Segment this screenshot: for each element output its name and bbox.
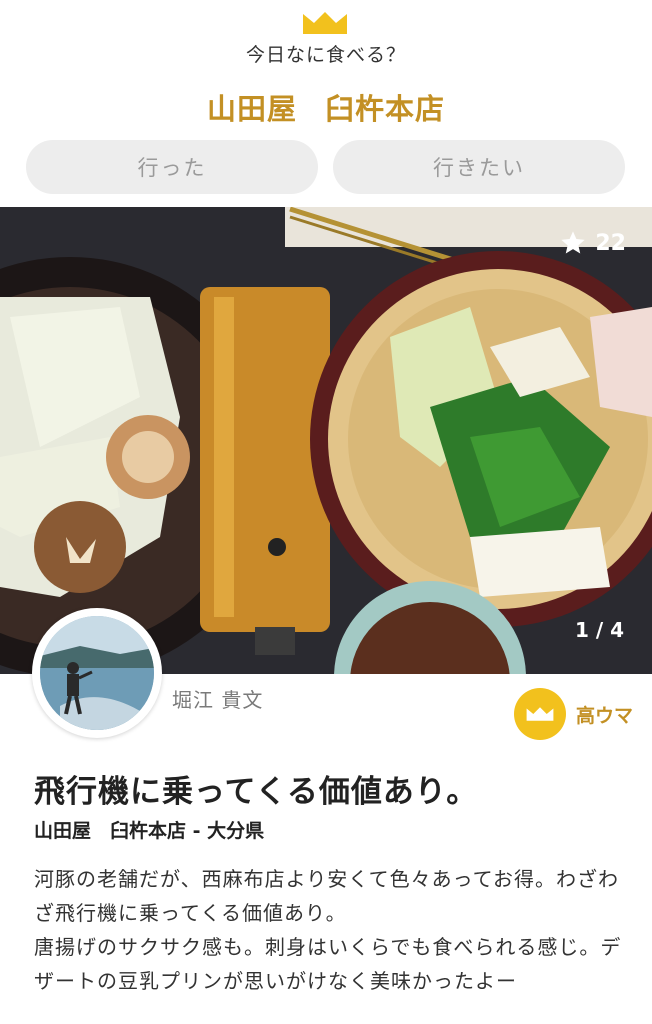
shop-name-part1: 山田屋: [206, 92, 297, 126]
user-avatar[interactable]: [32, 608, 162, 738]
user-name: 堀江 貴文: [172, 688, 264, 712]
rating-badge: 高ウマ: [514, 688, 633, 740]
post-subtitle: 山田屋 臼杵本店 - 大分県: [34, 820, 265, 842]
post-title: 飛行機に乗ってくる価値あり。: [34, 774, 479, 810]
like-counter[interactable]: 22: [559, 229, 626, 257]
app-title: 今日なに食べる？: [245, 44, 406, 66]
post-body: 河豚の老舗だが、西麻布店より安くて色々あってお得。わざわざ飛行機に乗ってくる価値…: [34, 862, 624, 998]
star-icon: [561, 231, 586, 254]
photo-counter: 1 / 4: [574, 618, 624, 642]
post-paragraph: 唐揚げのサクサク感も。刺身はいくらでも食べられる感じ。デザートの豆乳プリンが思い…: [34, 935, 622, 993]
want-to-go-button[interactable]: 行きたい: [333, 140, 625, 194]
shop-title: 山田屋 臼杵本店: [0, 86, 652, 128]
shop-name-part2: 臼杵本店: [325, 92, 446, 126]
went-button[interactable]: 行った: [26, 140, 318, 194]
food-photo[interactable]: 22 1 / 4: [0, 207, 652, 674]
like-count: 22: [595, 230, 626, 256]
rating-label: 高ウマ: [576, 704, 634, 727]
crown-rating-icon: [514, 688, 566, 740]
crown-icon: [302, 10, 348, 36]
post-paragraph: 河豚の老舗だが、西麻布店より安くて色々あってお得。わざわざ飛行機に乗ってくる価値…: [34, 867, 619, 925]
